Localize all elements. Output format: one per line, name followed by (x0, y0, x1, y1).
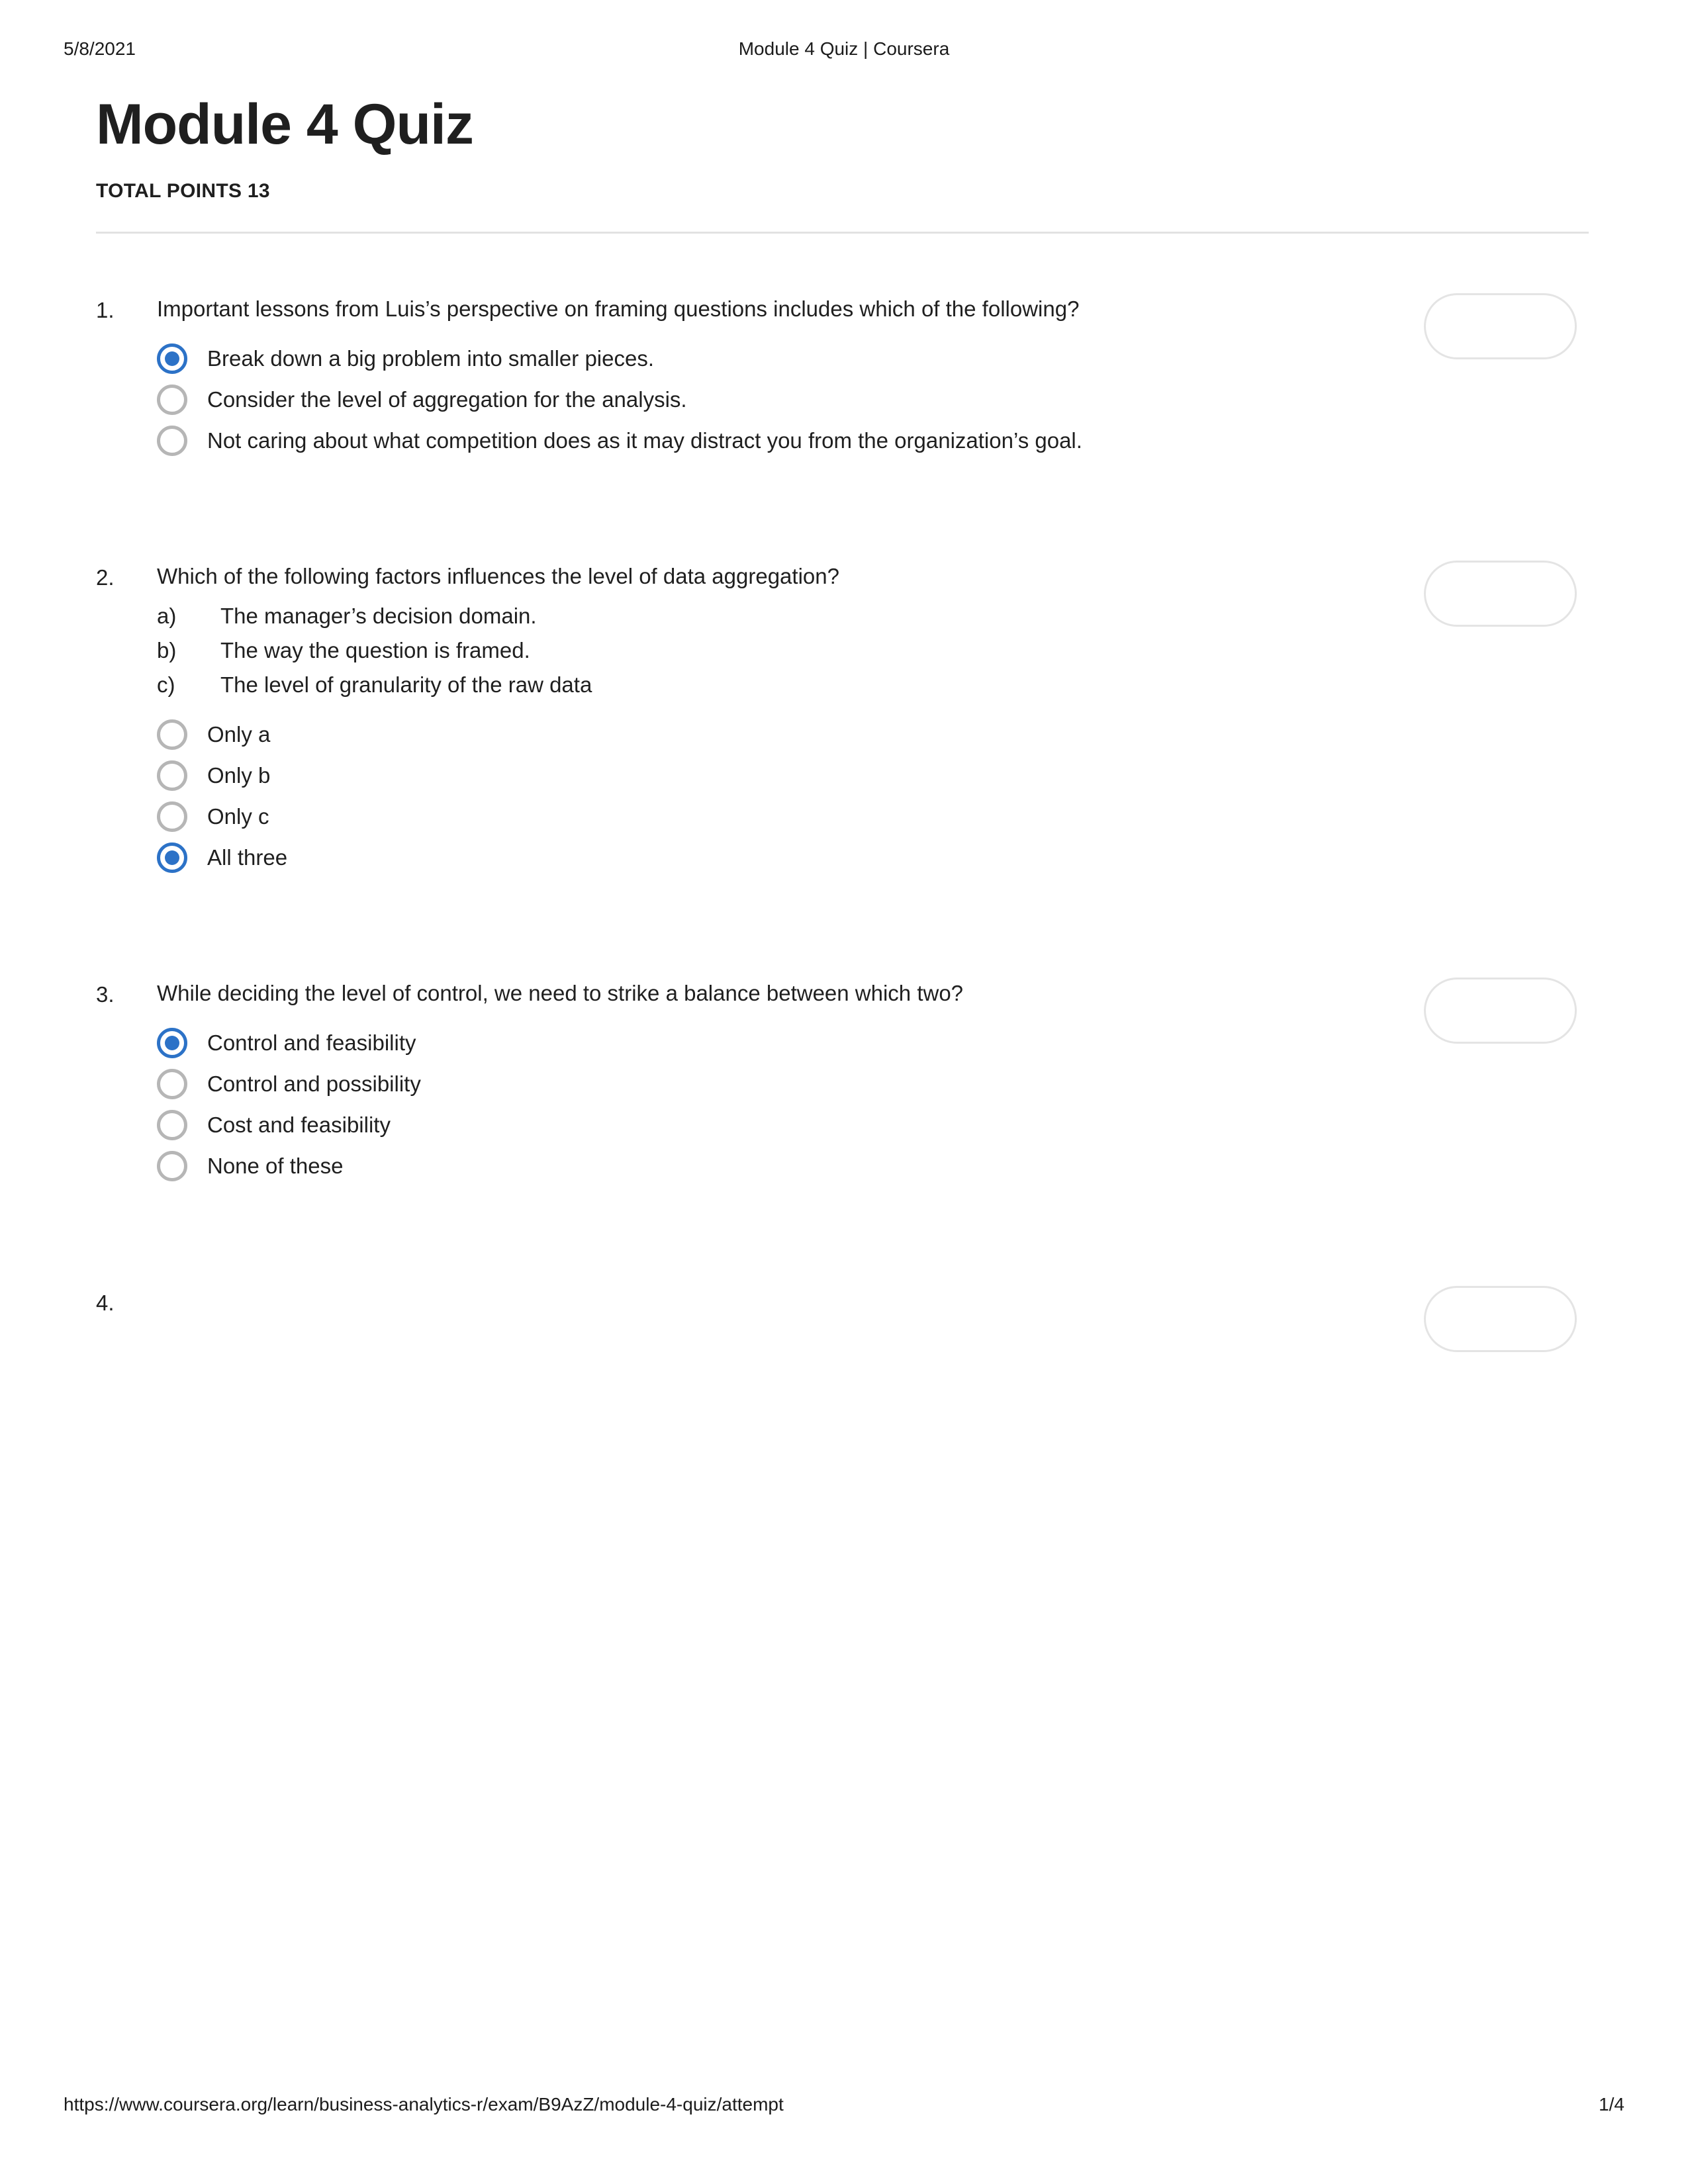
question-text: Important lessons from Luis’s perspectiv… (157, 296, 1080, 321)
question-number: 4. (96, 1291, 115, 1315)
sub-item-letter: a) (157, 604, 177, 628)
radio-unselected-icon[interactable] (157, 426, 187, 456)
answer-option[interactable]: None of these (157, 1146, 1589, 1187)
answer-option[interactable]: Only a (157, 714, 1589, 755)
question-number: 1. (96, 298, 115, 322)
radio-unselected-icon[interactable] (157, 801, 187, 832)
print-header: 5/8/2021 Module 4 Quiz | Coursera (0, 38, 1688, 65)
answer-option-label: None of these (207, 1154, 344, 1178)
radio-unselected-icon[interactable] (157, 719, 187, 750)
question-number: 3. (96, 982, 115, 1007)
question-text: Which of the following factors influence… (157, 564, 839, 588)
question-body: While deciding the level of control, we … (157, 978, 1295, 1009)
total-points-label: TOTAL POINTS 13 (96, 180, 270, 202)
radio-unselected-icon[interactable] (157, 1069, 187, 1099)
sub-item-letter: c) (157, 672, 175, 697)
question-sub-item: b) The way the question is framed. (157, 633, 1295, 668)
question-options-placeholder (96, 1319, 1589, 1359)
answer-option[interactable]: Not caring about what competition does a… (157, 420, 1589, 461)
question-header: 2. Which of the following factors influen… (96, 561, 1589, 702)
answer-option[interactable]: Cost and feasibility (157, 1105, 1589, 1146)
radio-unselected-icon[interactable] (157, 385, 187, 415)
answer-option[interactable]: All three (157, 837, 1589, 878)
answer-option[interactable]: Control and possibility (157, 1064, 1589, 1105)
question: 4. (96, 1286, 1589, 1359)
answer-option[interactable]: Consider the level of aggregation for th… (157, 379, 1589, 420)
radio-unselected-icon[interactable] (157, 760, 187, 791)
answer-option[interactable]: Break down a big problem into smaller pi… (157, 338, 1589, 379)
answer-option-label: Consider the level of aggregation for th… (207, 387, 687, 412)
question: 3. While deciding the level of control, w… (96, 978, 1589, 1187)
question-header: 3. While deciding the level of control, w… (96, 978, 1589, 1044)
answer-options: Control and feasibility Control and possi… (157, 1023, 1589, 1187)
answer-option[interactable]: Only c (157, 796, 1589, 837)
radio-unselected-icon[interactable] (157, 1151, 187, 1181)
quiz-document: Module 4 Quiz TOTAL POINTS 13 1. Importan… (96, 93, 1589, 1359)
question-body: Which of the following factors influence… (157, 561, 1295, 702)
sub-item-text: The level of granularity of the raw data (220, 672, 592, 697)
question: 2. Which of the following factors influen… (96, 561, 1589, 878)
question-number: 2. (96, 565, 115, 590)
answer-option-label: Only b (207, 763, 271, 788)
questions-list: 1. Important lessons from Luis’s perspect… (96, 293, 1589, 1359)
radio-selected-icon[interactable] (157, 1028, 187, 1058)
sub-item-text: The manager’s decision domain. (220, 604, 537, 628)
question-points-badge (1424, 561, 1577, 627)
answer-option[interactable]: Only b (157, 755, 1589, 796)
radio-unselected-icon[interactable] (157, 1110, 187, 1140)
header-divider (96, 232, 1589, 234)
question-body: Important lessons from Luis’s perspectiv… (157, 293, 1295, 325)
answer-option-label: Only c (207, 804, 269, 829)
question-points-badge (1424, 978, 1577, 1044)
print-footer-page-number: 1/4 (1599, 2094, 1624, 2115)
sub-item-text: The way the question is framed. (220, 638, 530, 662)
question-sub-list: a) The manager’s decision domain. b) The wa… (157, 599, 1295, 702)
question-text: While deciding the level of control, we … (157, 981, 964, 1005)
question-points-badge (1424, 293, 1577, 359)
question-sub-item: a) The manager’s decision domain. (157, 599, 1295, 633)
question-sub-item: c) The level of granularity of the raw da… (157, 668, 1295, 702)
print-document-title: Module 4 Quiz | Coursera (738, 38, 950, 59)
radio-selected-icon[interactable] (157, 343, 187, 374)
quiz-print-page: 5/8/2021 Module 4 Quiz | Coursera Module… (0, 0, 1688, 2184)
answer-option-label: Only a (207, 722, 271, 747)
sub-item-letter: b) (157, 638, 177, 662)
question: 1. Important lessons from Luis’s perspect… (96, 293, 1589, 461)
radio-selected-icon[interactable] (157, 842, 187, 873)
page-title: Module 4 Quiz (96, 93, 474, 156)
question-header: 4. (96, 1286, 1589, 1352)
question-points-badge (1424, 1286, 1577, 1352)
question-header: 1. Important lessons from Luis’s perspect… (96, 293, 1589, 359)
answer-option-label: Cost and feasibility (207, 1113, 391, 1137)
print-footer: https://www.coursera.org/learn/business-… (0, 2094, 1688, 2120)
answer-option-label: All three (207, 845, 288, 870)
print-footer-url: https://www.coursera.org/learn/business-… (64, 2094, 784, 2115)
answer-options: Break down a big problem into smaller pi… (157, 338, 1589, 461)
answer-option-label: Control and feasibility (207, 1030, 416, 1055)
answer-option-label: Break down a big problem into smaller pi… (207, 346, 655, 371)
answer-option-label: Not caring about what competition does a… (207, 428, 1082, 453)
answer-option-label: Control and possibility (207, 1071, 421, 1096)
answer-options: Only a Only b Only c All three (157, 714, 1589, 878)
answer-option[interactable]: Control and feasibility (157, 1023, 1589, 1064)
